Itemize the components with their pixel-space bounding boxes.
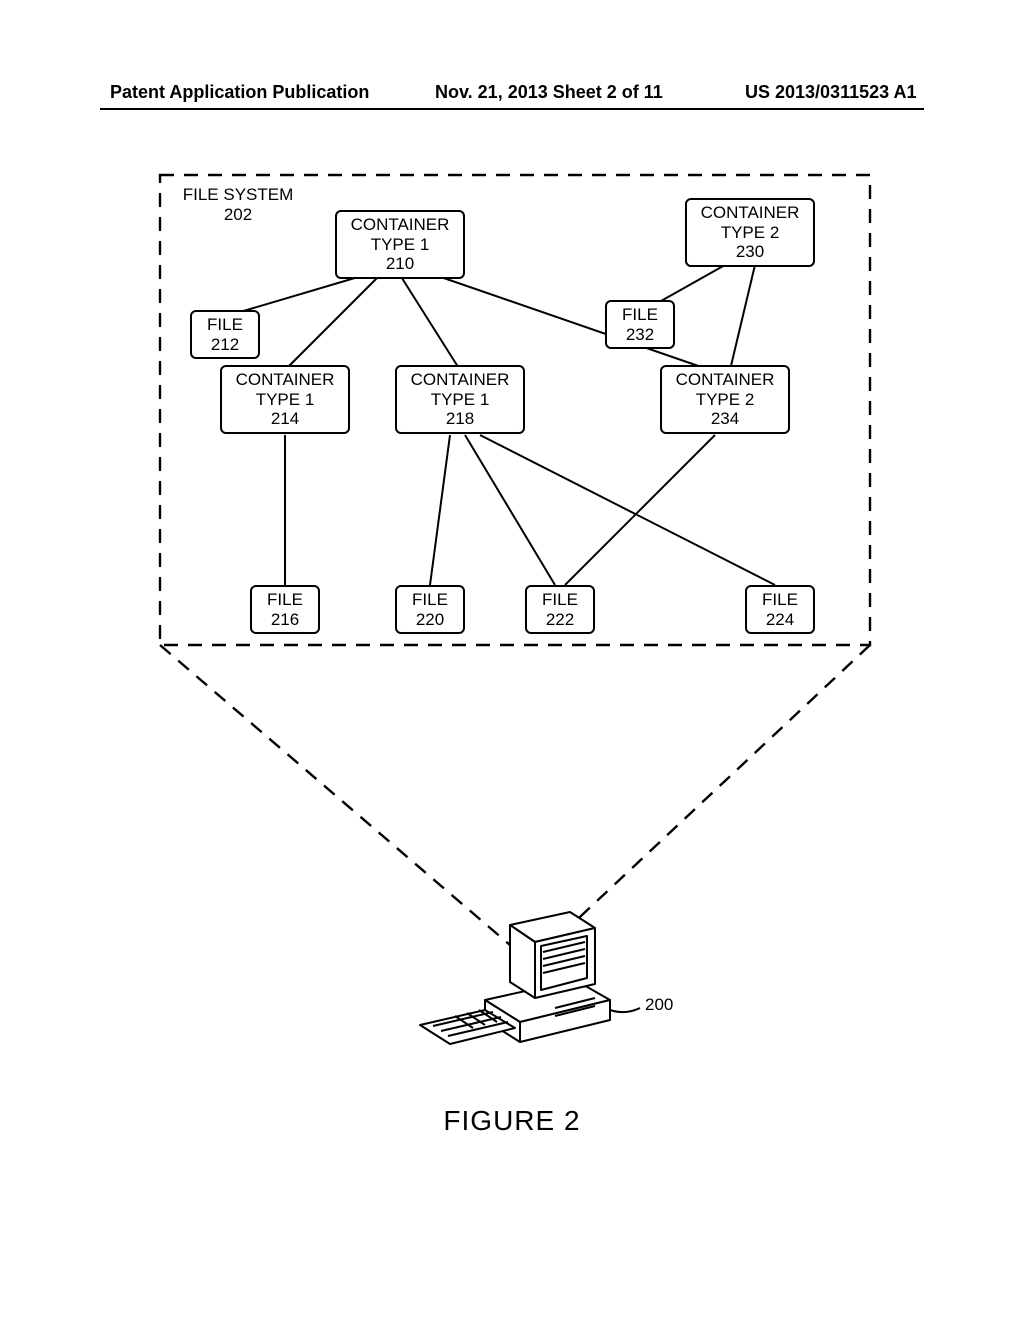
node-ref: 220	[403, 610, 457, 630]
header-center: Nov. 21, 2013 Sheet 2 of 11	[435, 82, 663, 103]
node-container-234: CONTAINER TYPE 2 234	[660, 365, 790, 434]
node-label: CONTAINER	[228, 370, 342, 390]
patent-figure-page: Patent Application Publication Nov. 21, …	[0, 0, 1024, 1320]
figure-caption: FIGURE 2	[0, 1105, 1024, 1137]
computer-ref-label: 200	[645, 995, 673, 1015]
node-label-line2: TYPE 1	[403, 390, 517, 410]
node-label: CONTAINER	[403, 370, 517, 390]
node-label: FILE SYSTEM	[179, 185, 297, 205]
header-right: US 2013/0311523 A1	[745, 82, 916, 103]
node-ref: 222	[533, 610, 587, 630]
node-container-214: CONTAINER TYPE 1 214	[220, 365, 350, 434]
header-left: Patent Application Publication	[110, 82, 369, 103]
node-label: FILE	[533, 590, 587, 610]
node-file-216: FILE 216	[250, 585, 320, 634]
node-ref: 216	[258, 610, 312, 630]
node-container-210: CONTAINER TYPE 1 210	[335, 210, 465, 279]
node-label: FILE	[753, 590, 807, 610]
node-file-224: FILE 224	[745, 585, 815, 634]
computer-icon	[420, 912, 640, 1044]
node-ref: 212	[198, 335, 252, 355]
node-file-222: FILE 222	[525, 585, 595, 634]
node-container-218: CONTAINER TYPE 1 218	[395, 365, 525, 434]
node-label: FILE	[403, 590, 457, 610]
node-ref: 234	[668, 409, 782, 429]
node-ref: 224	[753, 610, 807, 630]
node-label-line2: TYPE 2	[668, 390, 782, 410]
node-label-line2: TYPE 2	[693, 223, 807, 243]
node-label: FILE	[613, 305, 667, 325]
node-ref: 218	[403, 409, 517, 429]
node-file-232: FILE 232	[605, 300, 675, 349]
node-label-line2: TYPE 1	[343, 235, 457, 255]
node-file-system: FILE SYSTEM 202	[173, 182, 303, 227]
node-ref: 232	[613, 325, 667, 345]
node-ref: 210	[343, 254, 457, 274]
node-label: FILE	[258, 590, 312, 610]
node-file-220: FILE 220	[395, 585, 465, 634]
header-divider	[100, 108, 924, 110]
node-label: CONTAINER	[668, 370, 782, 390]
node-label: CONTAINER	[693, 203, 807, 223]
node-ref: 214	[228, 409, 342, 429]
node-label: CONTAINER	[343, 215, 457, 235]
figure-diagram: FILE SYSTEM 202 CONTAINER TYPE 1 210 CON…	[155, 170, 875, 1070]
node-container-230: CONTAINER TYPE 2 230	[685, 198, 815, 267]
node-ref: 202	[179, 205, 297, 225]
node-file-212: FILE 212	[190, 310, 260, 359]
node-label-line2: TYPE 1	[228, 390, 342, 410]
node-ref: 230	[693, 242, 807, 262]
node-label: FILE	[198, 315, 252, 335]
